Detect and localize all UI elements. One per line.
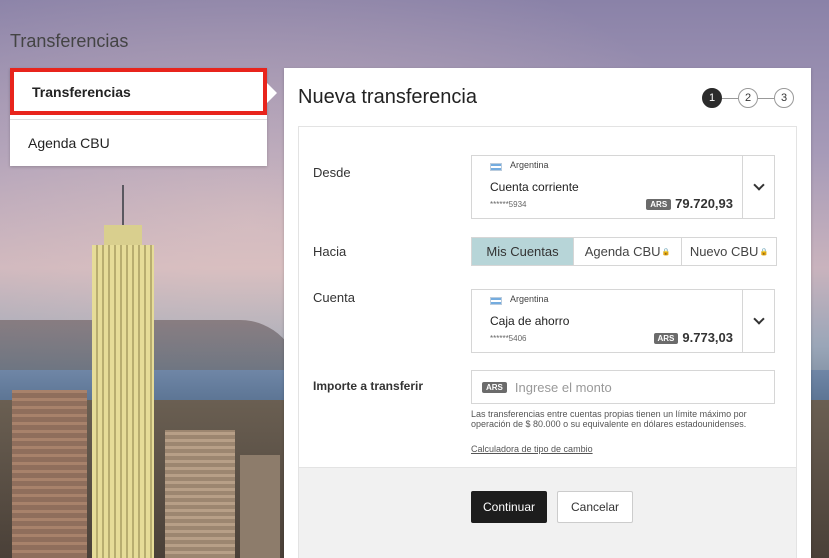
- hacia-option-agenda-cbu[interactable]: Agenda CBU 🔒: [574, 238, 682, 265]
- desde-account-summary[interactable]: Argentina Cuenta corriente ******5934 AR…: [472, 156, 743, 218]
- step-connector: [758, 97, 774, 99]
- hacia-option-label: Nuevo CBU: [689, 244, 759, 259]
- currency-badge: ARS: [653, 333, 679, 345]
- cuenta-label: Cuenta: [313, 290, 355, 305]
- hacia-segmented-control: Mis Cuentas Agenda CBU 🔒 Nuevo CBU 🔒: [471, 237, 777, 266]
- continue-button[interactable]: Continuar: [471, 491, 547, 523]
- argentina-flag-icon: [490, 297, 502, 305]
- exchange-calculator-link[interactable]: Calculadora de tipo de cambio: [471, 444, 593, 454]
- cuenta-account-type: Caja de ahorro: [490, 314, 570, 328]
- lock-icon: 🔒: [759, 248, 769, 256]
- hacia-option-label: Mis Cuentas: [486, 244, 559, 259]
- amount-input[interactable]: [514, 379, 765, 395]
- desde-balance-value: 79.720,93: [675, 196, 733, 211]
- importe-label: Importe a transferir: [313, 379, 424, 393]
- desde-account-type: Cuenta corriente: [490, 180, 579, 194]
- transfer-panel: Nueva transferencia 1 2 3 Desde Argentin…: [284, 68, 811, 558]
- background-building-left: [12, 390, 87, 558]
- desde-label: Desde: [313, 165, 351, 180]
- background-tower: [92, 245, 154, 558]
- cuenta-account-select[interactable]: Argentina Caja de ahorro ******5406 ARS 9…: [471, 289, 775, 353]
- cuenta-country: Argentina: [510, 294, 549, 304]
- cuenta-dropdown-toggle[interactable]: [742, 290, 774, 352]
- desde-account-select[interactable]: Argentina Cuenta corriente ******5934 AR…: [471, 155, 775, 219]
- side-menu: Transferencias Agenda CBU: [10, 68, 277, 166]
- step-1: 1: [702, 88, 722, 108]
- page-title: Transferencias: [10, 31, 129, 51]
- limit-note: Las transferencias entre cuentas propias…: [471, 409, 747, 429]
- currency-badge: ARS: [482, 381, 507, 393]
- hacia-option-mis-cuentas[interactable]: Mis Cuentas: [472, 238, 574, 265]
- cuenta-account-summary[interactable]: Argentina Caja de ahorro ******5406 ARS 9…: [472, 290, 743, 352]
- sidebar-item-agenda-cbu[interactable]: Agenda CBU: [10, 119, 267, 166]
- chevron-down-icon: [752, 313, 765, 325]
- panel-title: Nueva transferencia: [298, 86, 477, 108]
- cuenta-account-number: ******5406: [490, 334, 527, 343]
- step-connector: [722, 97, 738, 99]
- hacia-label: Hacia: [313, 244, 347, 259]
- hacia-option-label: Agenda CBU: [584, 244, 661, 259]
- desde-dropdown-toggle[interactable]: [742, 156, 774, 218]
- active-item-arrow-icon: [267, 83, 277, 103]
- cuenta-balance-value: 9.773,03: [682, 330, 733, 345]
- background-building-far: [240, 455, 280, 558]
- background-tower-spire: [122, 185, 124, 227]
- form-footer: Continuar Cancelar: [299, 467, 796, 558]
- argentina-flag-icon: [490, 163, 502, 171]
- background-building-right: [165, 430, 235, 558]
- desde-country: Argentina: [510, 160, 549, 170]
- cuenta-balance: ARS 9.773,03: [653, 330, 733, 345]
- amount-field[interactable]: ARS: [471, 370, 775, 404]
- step-2: 2: [738, 88, 758, 108]
- sidebar-item-transferencias[interactable]: Transferencias: [10, 68, 267, 115]
- cancel-button[interactable]: Cancelar: [557, 491, 633, 523]
- chevron-down-icon: [752, 179, 765, 191]
- stepper: 1 2 3: [702, 88, 794, 108]
- currency-badge: ARS: [646, 199, 672, 211]
- hacia-option-nuevo-cbu[interactable]: Nuevo CBU 🔒: [682, 238, 776, 265]
- desde-balance: ARS 79.720,93: [646, 196, 733, 211]
- step-3: 3: [774, 88, 794, 108]
- lock-icon: 🔒: [661, 248, 671, 256]
- desde-account-number: ******5934: [490, 200, 527, 209]
- transfer-form: Desde Argentina Cuenta corriente ******5…: [298, 126, 797, 558]
